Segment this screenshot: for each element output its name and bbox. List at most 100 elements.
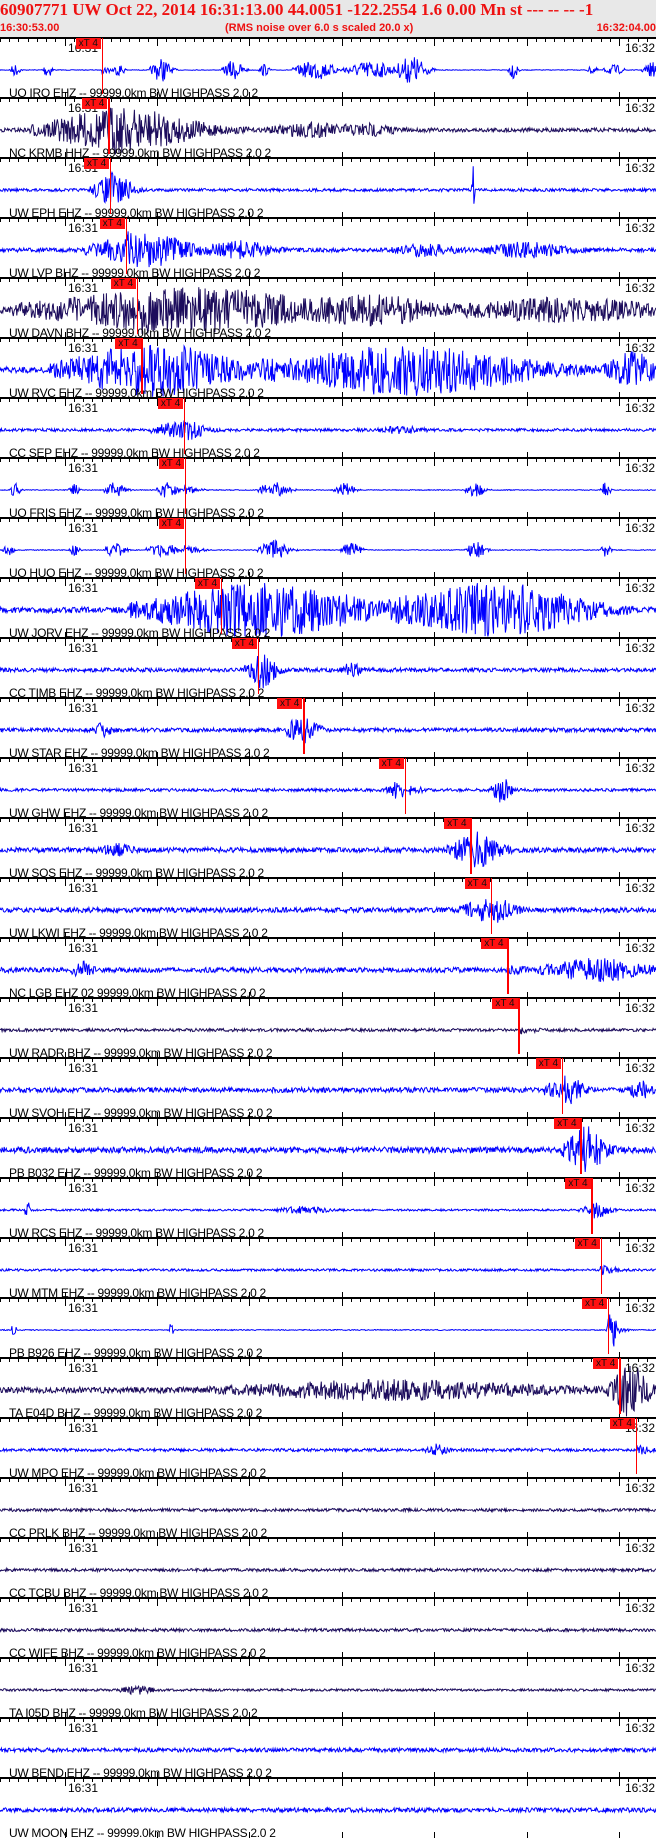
- pick-line[interactable]: [635, 1418, 638, 1474]
- tick-label: 16:32: [624, 461, 655, 475]
- waveform: [0, 57, 656, 83]
- pick-marker[interactable]: xT 4: [110, 278, 137, 289]
- pick-marker[interactable]: xT 4: [75, 38, 101, 49]
- trace-panel: 16:31 16:32 UW MTM EHZ -- 99999.0km BW HIG…: [0, 1237, 656, 1300]
- pick-marker[interactable]: xT 4: [481, 938, 507, 949]
- tick-label: 16:32: [624, 701, 655, 715]
- event-title: 60907771 UW Oct 22, 2014 16:31:13.00 44.…: [0, 0, 594, 19]
- waveform: [0, 166, 656, 204]
- tick-label: 16:32: [624, 1361, 655, 1375]
- pick-line[interactable]: [183, 398, 186, 454]
- pick-line[interactable]: [507, 938, 509, 994]
- tick-label: 16:32: [624, 1301, 655, 1315]
- pick-line[interactable]: [108, 98, 110, 154]
- pick-marker[interactable]: xT 4: [593, 1358, 619, 1369]
- tick-label: 16:31: [68, 1301, 99, 1315]
- station-label: UW MOON EHZ -- 99999.0km BW HIGHPASS 2.0…: [9, 1826, 276, 1838]
- pick-line[interactable]: [580, 1118, 582, 1174]
- waveform: [0, 1264, 656, 1276]
- pick-line[interactable]: [125, 218, 128, 274]
- pick-line[interactable]: [101, 38, 104, 94]
- trace-panel: 16:31 16:32 PB B926 EHZ -- 99999.0km BW HI…: [0, 1297, 656, 1360]
- waveform: [0, 1075, 656, 1105]
- tick-label: 16:32: [624, 41, 655, 55]
- tick-label: 16:32: [624, 1541, 655, 1555]
- tick-label: 16:31: [68, 1121, 99, 1135]
- tick-label: 16:31: [68, 341, 99, 355]
- tick-label: 16:32: [624, 1721, 655, 1735]
- tick-label: 16:32: [624, 761, 655, 775]
- pick-line[interactable]: [404, 758, 407, 814]
- tick-label: 16:31: [68, 521, 99, 535]
- trace-panel: 16:31 16:32 UW RVC EHZ -- 99999.0km BW HIG…: [0, 337, 656, 400]
- tick-label: 16:32: [624, 1601, 655, 1615]
- pick-line[interactable]: [619, 1358, 621, 1414]
- trace-panel: 16:31 16:32 CC WIFE BHZ -- 99999.0km BW HI…: [0, 1597, 656, 1660]
- tick-label: 16:31: [68, 461, 99, 475]
- trace-panel: 16:31 16:32 UW JORV EHZ -- 99999.0km BW HI…: [0, 577, 656, 640]
- waveform: [0, 1566, 656, 1574]
- trace-panel: 16:31 16:32 PB B032 EHZ -- 99999.0km BW HI…: [0, 1117, 656, 1180]
- trace-panel: 16:31 16:32 UW SVOH EHZ -- 99999.0km BW HI…: [0, 1057, 656, 1120]
- pick-marker[interactable]: xT 4: [115, 338, 141, 349]
- pick-marker[interactable]: xT 4: [464, 878, 490, 889]
- pick-marker[interactable]: xT 4: [277, 698, 303, 709]
- tick-label: 16:32: [624, 1481, 655, 1495]
- pick-marker[interactable]: xT 4: [565, 1178, 591, 1189]
- tick-label: 16:31: [68, 1181, 99, 1195]
- waveform: [0, 420, 656, 441]
- pick-marker[interactable]: xT 4: [157, 398, 184, 409]
- pick-line[interactable]: [136, 278, 139, 334]
- pick-marker[interactable]: xT 4: [554, 1118, 580, 1129]
- waveform: [0, 231, 656, 268]
- pick-line[interactable]: [470, 818, 472, 874]
- pick-marker[interactable]: xT 4: [378, 758, 404, 769]
- pick-line[interactable]: [490, 878, 493, 934]
- trace-panel: 16:31 16:32 UW BEND EHZ -- 99999.0km BW HI…: [0, 1717, 656, 1780]
- pick-line[interactable]: [220, 578, 223, 634]
- tick-label: 16:32: [624, 341, 655, 355]
- pick-marker[interactable]: xT 4: [82, 98, 108, 109]
- pick-line[interactable]: [141, 338, 143, 394]
- pick-marker[interactable]: xT 4: [492, 998, 518, 1009]
- pick-marker[interactable]: xT 4: [444, 818, 470, 829]
- pick-marker[interactable]: xT 4: [83, 158, 110, 169]
- pick-line[interactable]: [591, 1178, 593, 1234]
- pick-line[interactable]: [518, 998, 520, 1054]
- pick-marker[interactable]: xT 4: [194, 578, 221, 589]
- header: 60907771 UW Oct 22, 2014 16:31:13.00 44.…: [0, 0, 656, 38]
- trace-panel: 16:31 16:32 UW DAVN BHZ -- 99999.0km BW HI…: [0, 277, 656, 340]
- tick-label: 16:32: [624, 521, 655, 535]
- pick-marker[interactable]: xT 4: [581, 1298, 608, 1309]
- end-time: 16:32:04.00: [596, 22, 656, 34]
- rms-note: (RMS noise over 6.0 s scaled 20.0 x): [225, 22, 414, 34]
- pick-marker[interactable]: xT 4: [609, 1418, 635, 1429]
- pick-line[interactable]: [600, 1238, 603, 1294]
- pick-marker[interactable]: xT 4: [99, 218, 125, 229]
- pick-marker[interactable]: xT 4: [158, 518, 185, 529]
- waveform: [0, 1443, 656, 1456]
- pick-line[interactable]: [184, 458, 187, 514]
- trace-panel: 16:3116:32NC KRMB HHZ -- 99999.0km BW HI…: [0, 97, 656, 160]
- tick-label: 16:32: [624, 1241, 655, 1255]
- tick-label: 16:31: [68, 1781, 99, 1795]
- pick-line[interactable]: [184, 518, 187, 574]
- trace-panel: 16:31 16:32 UW MPO EHZ -- 99999.0km BW HIG…: [0, 1417, 656, 1480]
- pick-line[interactable]: [607, 1298, 610, 1354]
- pick-line[interactable]: [109, 158, 112, 214]
- tick-label: 16:32: [624, 881, 655, 895]
- pick-line[interactable]: [257, 638, 260, 694]
- trace-panel: 16:31 16:32 NC LGB EHZ 02 99999.0km BW HIG…: [0, 937, 656, 1000]
- pick-marker[interactable]: xT 4: [158, 458, 185, 469]
- waveform: [0, 1026, 656, 1035]
- pick-marker[interactable]: xT 4: [574, 1238, 600, 1249]
- pick-line[interactable]: [303, 698, 305, 754]
- pick-marker[interactable]: xT 4: [535, 1058, 562, 1069]
- pick-line[interactable]: [561, 1058, 564, 1114]
- waveform: [0, 1805, 656, 1814]
- tick-label: 16:31: [68, 581, 99, 595]
- pick-marker[interactable]: xT 4: [231, 638, 258, 649]
- tick-label: 16:32: [624, 161, 655, 175]
- waveform: [0, 481, 656, 498]
- tick-label: 16:32: [624, 1121, 655, 1135]
